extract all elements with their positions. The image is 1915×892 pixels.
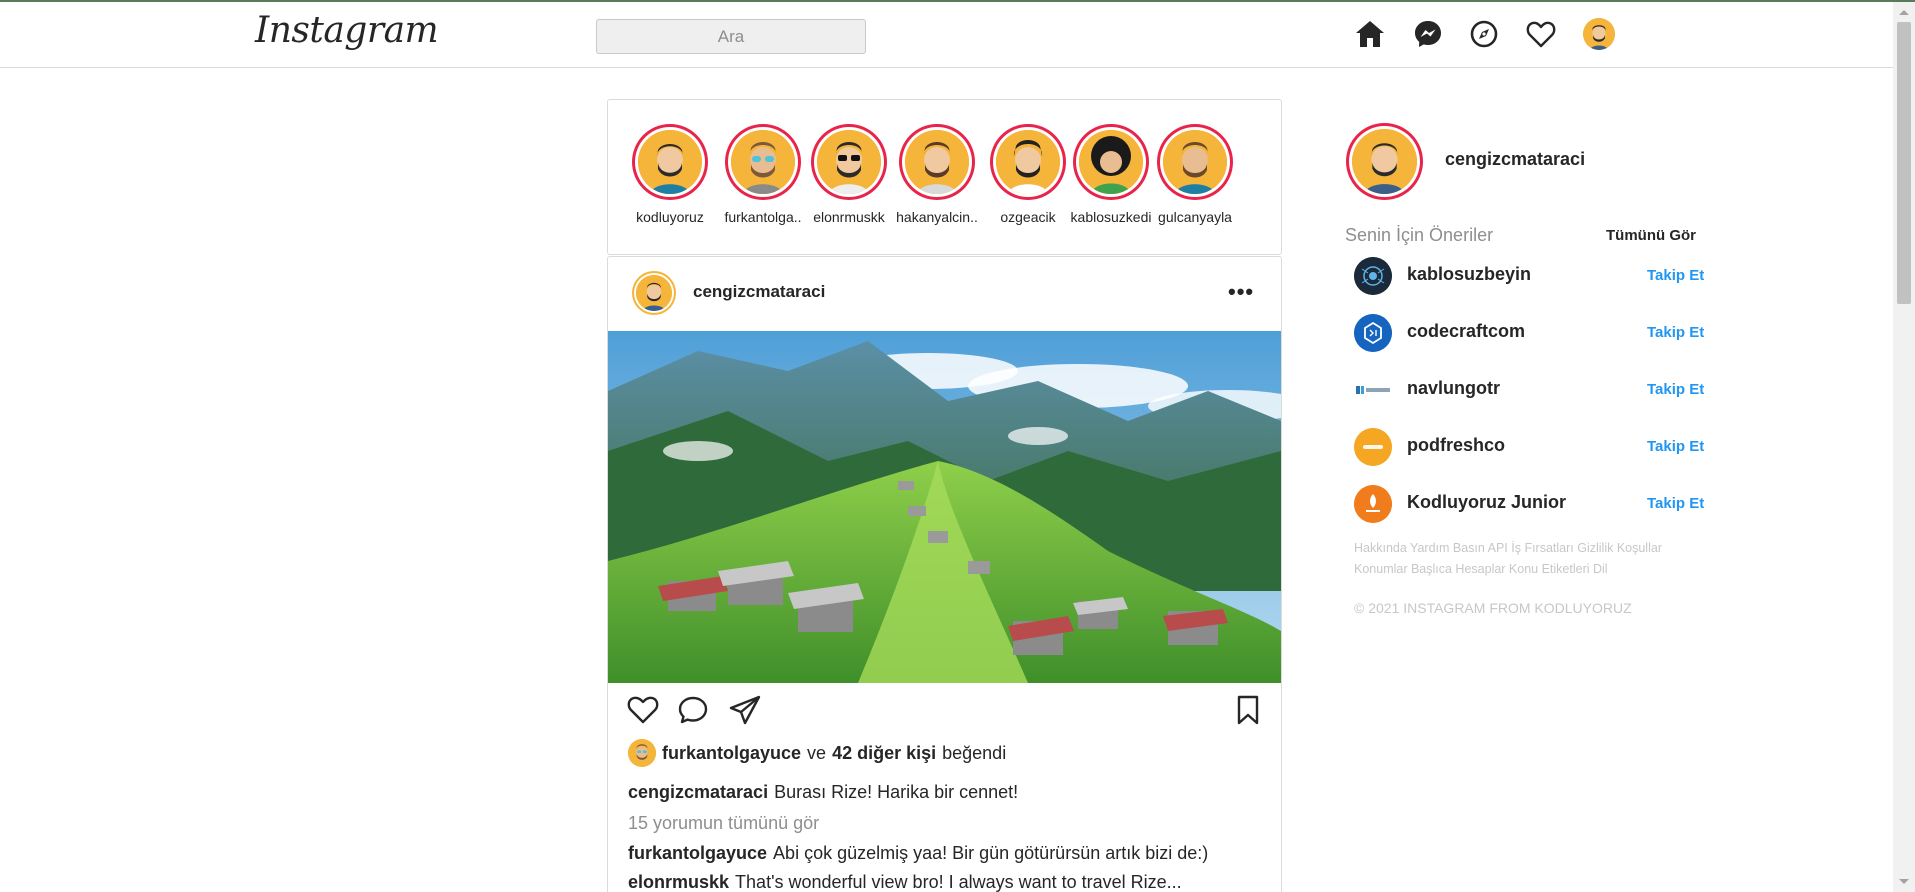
- story-item[interactable]: kodluyoruz: [625, 124, 715, 225]
- scroll-up-arrow-icon[interactable]: [1899, 10, 1909, 15]
- stories-bar: kodluyoruz furkantolga.. elonrmuskk haka…: [607, 99, 1282, 255]
- post-caption: cengizcmataraci Burası Rize! Harika bir c…: [628, 782, 1018, 803]
- footer-links: Hakkında Yardım Basın API İş Fırsatları …: [1354, 538, 1694, 580]
- page-scrollbar[interactable]: [1893, 2, 1915, 892]
- suggestion-username[interactable]: navlungotr: [1407, 378, 1500, 399]
- story-ring: [1157, 124, 1233, 200]
- likes-suffix: beğendi: [942, 742, 1007, 763]
- follow-button[interactable]: Takip Et: [1647, 267, 1704, 284]
- scroll-down-arrow-icon[interactable]: [1899, 879, 1909, 884]
- comment-username[interactable]: furkantolgayuce: [628, 843, 767, 863]
- scrollbar-thumb[interactable]: [1897, 22, 1911, 304]
- footer-links-row[interactable]: Konumlar Başlıca Hesaplar Konu Etiketler…: [1354, 559, 1694, 580]
- view-all-comments-link[interactable]: 15 yorumun tümünü gör: [628, 813, 819, 834]
- caption-username[interactable]: cengizcmataraci: [628, 782, 768, 802]
- liker-avatar[interactable]: [628, 739, 656, 767]
- comment-text: Abi çok güzelmiş yaa! Bir gün götürürsün…: [773, 843, 1209, 863]
- right-sidebar: cengizcmataraci Senin İçin Öneriler Tümü…: [1340, 0, 1704, 892]
- story-ring: [811, 124, 887, 200]
- likes-summary: furkantolgayuce ve 42 diğer kişi beğendi: [628, 739, 1006, 767]
- comment-row: elonrmuskk That's wonderful view bro! I a…: [628, 872, 1182, 892]
- suggestion-row: podfreshco Takip Et: [1354, 428, 1704, 468]
- story-item[interactable]: gulcanyayla: [1150, 124, 1240, 225]
- suggestion-avatar[interactable]: [1354, 314, 1392, 352]
- see-all-link[interactable]: Tümünü Gör: [1606, 227, 1696, 244]
- suggestion-username[interactable]: kablosuzbeyin: [1407, 264, 1531, 285]
- save-bookmark-icon[interactable]: [1231, 693, 1265, 727]
- more-options-icon[interactable]: •••: [1228, 279, 1254, 305]
- follow-button[interactable]: Takip Et: [1647, 438, 1704, 455]
- like-heart-icon[interactable]: [626, 693, 660, 727]
- post-photo-landscape[interactable]: [608, 331, 1281, 683]
- comment-bubble-icon[interactable]: [676, 693, 710, 727]
- suggestion-avatar[interactable]: [1354, 257, 1392, 295]
- current-user-username[interactable]: cengizcmataraci: [1445, 149, 1585, 170]
- story-item[interactable]: kablosuzkedi: [1066, 124, 1156, 225]
- story-ring: [899, 124, 975, 200]
- post-author-avatar[interactable]: [632, 271, 676, 315]
- post-author-username[interactable]: cengizcmataraci: [693, 282, 825, 302]
- follow-button[interactable]: Takip Et: [1647, 495, 1704, 512]
- suggestion-avatar[interactable]: [1354, 371, 1392, 409]
- story-username: furkantolga..: [724, 209, 802, 225]
- suggestion-username[interactable]: podfreshco: [1407, 435, 1505, 456]
- story-avatar: [905, 130, 969, 194]
- post-actions-bar: [608, 693, 1281, 735]
- liker-username[interactable]: furkantolgayuce: [662, 743, 801, 764]
- story-username: hakanyalcin..: [896, 209, 978, 225]
- story-username: elonrmuskk: [813, 209, 885, 225]
- story-avatar: [731, 130, 795, 194]
- share-paper-plane-icon[interactable]: [728, 693, 762, 727]
- story-avatar: [638, 130, 702, 194]
- suggestions-title: Senin İçin Öneriler: [1345, 225, 1494, 245]
- footer-links-row[interactable]: Hakkında Yardım Basın API İş Fırsatları …: [1354, 538, 1694, 559]
- story-item[interactable]: elonrmuskk: [804, 124, 894, 225]
- comment-text: That's wonderful view bro! I always want…: [735, 872, 1182, 892]
- story-username: ozgeacik: [1000, 209, 1056, 225]
- suggestion-row: kablosuzbeyin Takip Et: [1354, 257, 1704, 297]
- suggestion-username[interactable]: Kodluyoruz Junior: [1407, 492, 1566, 513]
- story-username: kablosuzkedi: [1070, 209, 1152, 225]
- likes-joiner: ve: [807, 742, 827, 763]
- suggestion-avatar[interactable]: [1354, 428, 1392, 466]
- suggestion-row: codecraftcom Takip Et: [1354, 314, 1704, 354]
- story-item[interactable]: hakanyalcin..: [892, 124, 982, 225]
- suggestion-row: Kodluyoruz Junior Takip Et: [1354, 485, 1704, 525]
- story-avatar: [1079, 130, 1143, 194]
- story-item[interactable]: furkantolga..: [718, 124, 808, 225]
- feed-post: cengizcmataraci ••• furkantolgayuce ve 4…: [607, 256, 1282, 892]
- follow-button[interactable]: Takip Et: [1647, 324, 1704, 341]
- story-avatar: [996, 130, 1060, 194]
- story-ring: [1073, 124, 1149, 200]
- suggestion-username[interactable]: codecraftcom: [1407, 321, 1525, 342]
- story-ring: [990, 124, 1066, 200]
- story-username: gulcanyayla: [1158, 209, 1232, 225]
- suggestion-avatar[interactable]: [1354, 485, 1392, 523]
- comment-row: furkantolgayuce Abi çok güzelmiş yaa! Bir…: [628, 843, 1208, 864]
- likes-others-count[interactable]: 42 diğer kişi: [832, 743, 936, 764]
- story-ring: [725, 124, 801, 200]
- story-avatar: [1163, 130, 1227, 194]
- copyright-text: © 2021 INSTAGRAM FROM KODLUYORUZ: [1354, 600, 1632, 616]
- suggestion-row: navlungotr Takip Et: [1354, 371, 1704, 411]
- post-header: cengizcmataraci •••: [608, 257, 1281, 331]
- caption-text: Burası Rize! Harika bir cennet!: [774, 782, 1019, 802]
- search-input[interactable]: [596, 19, 866, 54]
- story-avatar: [817, 130, 881, 194]
- comment-username[interactable]: elonrmuskk: [628, 872, 729, 892]
- story-item[interactable]: ozgeacik: [983, 124, 1073, 225]
- current-user-avatar[interactable]: [1346, 123, 1423, 200]
- instagram-logo[interactable]: Instagram: [255, 10, 439, 51]
- story-ring: [632, 124, 708, 200]
- follow-button[interactable]: Takip Et: [1647, 381, 1704, 398]
- story-username: kodluyoruz: [636, 209, 704, 225]
